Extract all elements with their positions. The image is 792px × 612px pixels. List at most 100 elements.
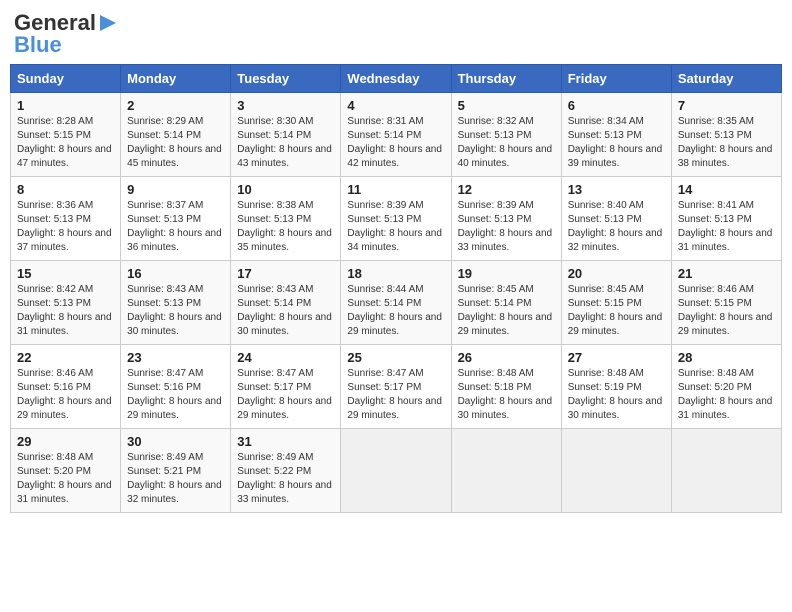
day-number: 20 bbox=[568, 266, 665, 281]
calendar-cell: 25 Sunrise: 8:47 AM Sunset: 5:17 PM Dayl… bbox=[341, 345, 451, 429]
day-info: Sunrise: 8:47 AM Sunset: 5:17 PM Dayligh… bbox=[347, 367, 444, 423]
day-number: 1 bbox=[17, 98, 114, 113]
column-header-saturday: Saturday bbox=[671, 65, 781, 93]
calendar-cell: 14 Sunrise: 8:41 AM Sunset: 5:13 PM Dayl… bbox=[671, 177, 781, 261]
calendar-cell: 12 Sunrise: 8:39 AM Sunset: 5:13 PM Dayl… bbox=[451, 177, 561, 261]
day-number: 24 bbox=[237, 350, 334, 365]
column-header-sunday: Sunday bbox=[11, 65, 121, 93]
calendar-cell bbox=[561, 429, 671, 513]
day-info: Sunrise: 8:48 AM Sunset: 5:18 PM Dayligh… bbox=[458, 367, 555, 423]
day-info: Sunrise: 8:46 AM Sunset: 5:16 PM Dayligh… bbox=[17, 367, 114, 423]
calendar-cell: 5 Sunrise: 8:32 AM Sunset: 5:13 PM Dayli… bbox=[451, 93, 561, 177]
day-info: Sunrise: 8:35 AM Sunset: 5:13 PM Dayligh… bbox=[678, 115, 775, 171]
calendar-cell: 16 Sunrise: 8:43 AM Sunset: 5:13 PM Dayl… bbox=[121, 261, 231, 345]
day-number: 13 bbox=[568, 182, 665, 197]
day-number: 30 bbox=[127, 434, 224, 449]
page-header: General Blue bbox=[10, 10, 782, 58]
calendar-cell bbox=[451, 429, 561, 513]
calendar-cell: 3 Sunrise: 8:30 AM Sunset: 5:14 PM Dayli… bbox=[231, 93, 341, 177]
day-info: Sunrise: 8:38 AM Sunset: 5:13 PM Dayligh… bbox=[237, 199, 334, 255]
day-info: Sunrise: 8:49 AM Sunset: 5:22 PM Dayligh… bbox=[237, 451, 334, 507]
day-info: Sunrise: 8:48 AM Sunset: 5:19 PM Dayligh… bbox=[568, 367, 665, 423]
day-info: Sunrise: 8:37 AM Sunset: 5:13 PM Dayligh… bbox=[127, 199, 224, 255]
day-number: 4 bbox=[347, 98, 444, 113]
day-info: Sunrise: 8:49 AM Sunset: 5:21 PM Dayligh… bbox=[127, 451, 224, 507]
day-number: 29 bbox=[17, 434, 114, 449]
calendar-cell: 8 Sunrise: 8:36 AM Sunset: 5:13 PM Dayli… bbox=[11, 177, 121, 261]
day-info: Sunrise: 8:44 AM Sunset: 5:14 PM Dayligh… bbox=[347, 283, 444, 339]
day-info: Sunrise: 8:39 AM Sunset: 5:13 PM Dayligh… bbox=[347, 199, 444, 255]
calendar-cell: 28 Sunrise: 8:48 AM Sunset: 5:20 PM Dayl… bbox=[671, 345, 781, 429]
calendar-cell: 11 Sunrise: 8:39 AM Sunset: 5:13 PM Dayl… bbox=[341, 177, 451, 261]
day-info: Sunrise: 8:43 AM Sunset: 5:13 PM Dayligh… bbox=[127, 283, 224, 339]
day-number: 28 bbox=[678, 350, 775, 365]
day-info: Sunrise: 8:47 AM Sunset: 5:17 PM Dayligh… bbox=[237, 367, 334, 423]
calendar-cell: 1 Sunrise: 8:28 AM Sunset: 5:15 PM Dayli… bbox=[11, 93, 121, 177]
day-info: Sunrise: 8:29 AM Sunset: 5:14 PM Dayligh… bbox=[127, 115, 224, 171]
calendar-cell: 31 Sunrise: 8:49 AM Sunset: 5:22 PM Dayl… bbox=[231, 429, 341, 513]
calendar-cell: 21 Sunrise: 8:46 AM Sunset: 5:15 PM Dayl… bbox=[671, 261, 781, 345]
calendar-week-2: 8 Sunrise: 8:36 AM Sunset: 5:13 PM Dayli… bbox=[11, 177, 782, 261]
day-number: 11 bbox=[347, 182, 444, 197]
day-info: Sunrise: 8:28 AM Sunset: 5:15 PM Dayligh… bbox=[17, 115, 114, 171]
day-number: 27 bbox=[568, 350, 665, 365]
day-info: Sunrise: 8:47 AM Sunset: 5:16 PM Dayligh… bbox=[127, 367, 224, 423]
calendar-cell: 20 Sunrise: 8:45 AM Sunset: 5:15 PM Dayl… bbox=[561, 261, 671, 345]
calendar-cell: 15 Sunrise: 8:42 AM Sunset: 5:13 PM Dayl… bbox=[11, 261, 121, 345]
calendar-cell: 19 Sunrise: 8:45 AM Sunset: 5:14 PM Dayl… bbox=[451, 261, 561, 345]
day-number: 8 bbox=[17, 182, 114, 197]
calendar-cell: 24 Sunrise: 8:47 AM Sunset: 5:17 PM Dayl… bbox=[231, 345, 341, 429]
logo-blue: Blue bbox=[14, 32, 62, 57]
calendar-body: 1 Sunrise: 8:28 AM Sunset: 5:15 PM Dayli… bbox=[11, 93, 782, 513]
calendar-week-4: 22 Sunrise: 8:46 AM Sunset: 5:16 PM Dayl… bbox=[11, 345, 782, 429]
day-number: 12 bbox=[458, 182, 555, 197]
day-number: 7 bbox=[678, 98, 775, 113]
column-header-thursday: Thursday bbox=[451, 65, 561, 93]
day-info: Sunrise: 8:30 AM Sunset: 5:14 PM Dayligh… bbox=[237, 115, 334, 171]
calendar-cell: 18 Sunrise: 8:44 AM Sunset: 5:14 PM Dayl… bbox=[341, 261, 451, 345]
calendar-cell: 17 Sunrise: 8:43 AM Sunset: 5:14 PM Dayl… bbox=[231, 261, 341, 345]
calendar-cell: 2 Sunrise: 8:29 AM Sunset: 5:14 PM Dayli… bbox=[121, 93, 231, 177]
column-header-friday: Friday bbox=[561, 65, 671, 93]
day-info: Sunrise: 8:32 AM Sunset: 5:13 PM Dayligh… bbox=[458, 115, 555, 171]
calendar-week-5: 29 Sunrise: 8:48 AM Sunset: 5:20 PM Dayl… bbox=[11, 429, 782, 513]
day-info: Sunrise: 8:46 AM Sunset: 5:15 PM Dayligh… bbox=[678, 283, 775, 339]
calendar-week-1: 1 Sunrise: 8:28 AM Sunset: 5:15 PM Dayli… bbox=[11, 93, 782, 177]
day-number: 15 bbox=[17, 266, 114, 281]
day-number: 22 bbox=[17, 350, 114, 365]
calendar-cell: 6 Sunrise: 8:34 AM Sunset: 5:13 PM Dayli… bbox=[561, 93, 671, 177]
day-number: 21 bbox=[678, 266, 775, 281]
day-info: Sunrise: 8:36 AM Sunset: 5:13 PM Dayligh… bbox=[17, 199, 114, 255]
day-info: Sunrise: 8:43 AM Sunset: 5:14 PM Dayligh… bbox=[237, 283, 334, 339]
calendar-cell: 22 Sunrise: 8:46 AM Sunset: 5:16 PM Dayl… bbox=[11, 345, 121, 429]
calendar-cell: 30 Sunrise: 8:49 AM Sunset: 5:21 PM Dayl… bbox=[121, 429, 231, 513]
column-header-tuesday: Tuesday bbox=[231, 65, 341, 93]
calendar-table: SundayMondayTuesdayWednesdayThursdayFrid… bbox=[10, 64, 782, 513]
day-info: Sunrise: 8:45 AM Sunset: 5:14 PM Dayligh… bbox=[458, 283, 555, 339]
day-number: 25 bbox=[347, 350, 444, 365]
calendar-cell: 29 Sunrise: 8:48 AM Sunset: 5:20 PM Dayl… bbox=[11, 429, 121, 513]
day-number: 2 bbox=[127, 98, 224, 113]
calendar-cell bbox=[341, 429, 451, 513]
calendar-cell: 4 Sunrise: 8:31 AM Sunset: 5:14 PM Dayli… bbox=[341, 93, 451, 177]
day-number: 6 bbox=[568, 98, 665, 113]
calendar-week-3: 15 Sunrise: 8:42 AM Sunset: 5:13 PM Dayl… bbox=[11, 261, 782, 345]
day-number: 31 bbox=[237, 434, 334, 449]
day-number: 17 bbox=[237, 266, 334, 281]
calendar-cell: 26 Sunrise: 8:48 AM Sunset: 5:18 PM Dayl… bbox=[451, 345, 561, 429]
day-number: 3 bbox=[237, 98, 334, 113]
day-number: 14 bbox=[678, 182, 775, 197]
calendar-cell: 10 Sunrise: 8:38 AM Sunset: 5:13 PM Dayl… bbox=[231, 177, 341, 261]
day-info: Sunrise: 8:31 AM Sunset: 5:14 PM Dayligh… bbox=[347, 115, 444, 171]
day-info: Sunrise: 8:34 AM Sunset: 5:13 PM Dayligh… bbox=[568, 115, 665, 171]
day-number: 19 bbox=[458, 266, 555, 281]
logo: General Blue bbox=[14, 10, 118, 58]
day-info: Sunrise: 8:48 AM Sunset: 5:20 PM Dayligh… bbox=[17, 451, 114, 507]
calendar-cell: 23 Sunrise: 8:47 AM Sunset: 5:16 PM Dayl… bbox=[121, 345, 231, 429]
day-number: 26 bbox=[458, 350, 555, 365]
calendar-cell bbox=[671, 429, 781, 513]
day-number: 5 bbox=[458, 98, 555, 113]
day-info: Sunrise: 8:42 AM Sunset: 5:13 PM Dayligh… bbox=[17, 283, 114, 339]
calendar-cell: 9 Sunrise: 8:37 AM Sunset: 5:13 PM Dayli… bbox=[121, 177, 231, 261]
calendar-cell: 27 Sunrise: 8:48 AM Sunset: 5:19 PM Dayl… bbox=[561, 345, 671, 429]
